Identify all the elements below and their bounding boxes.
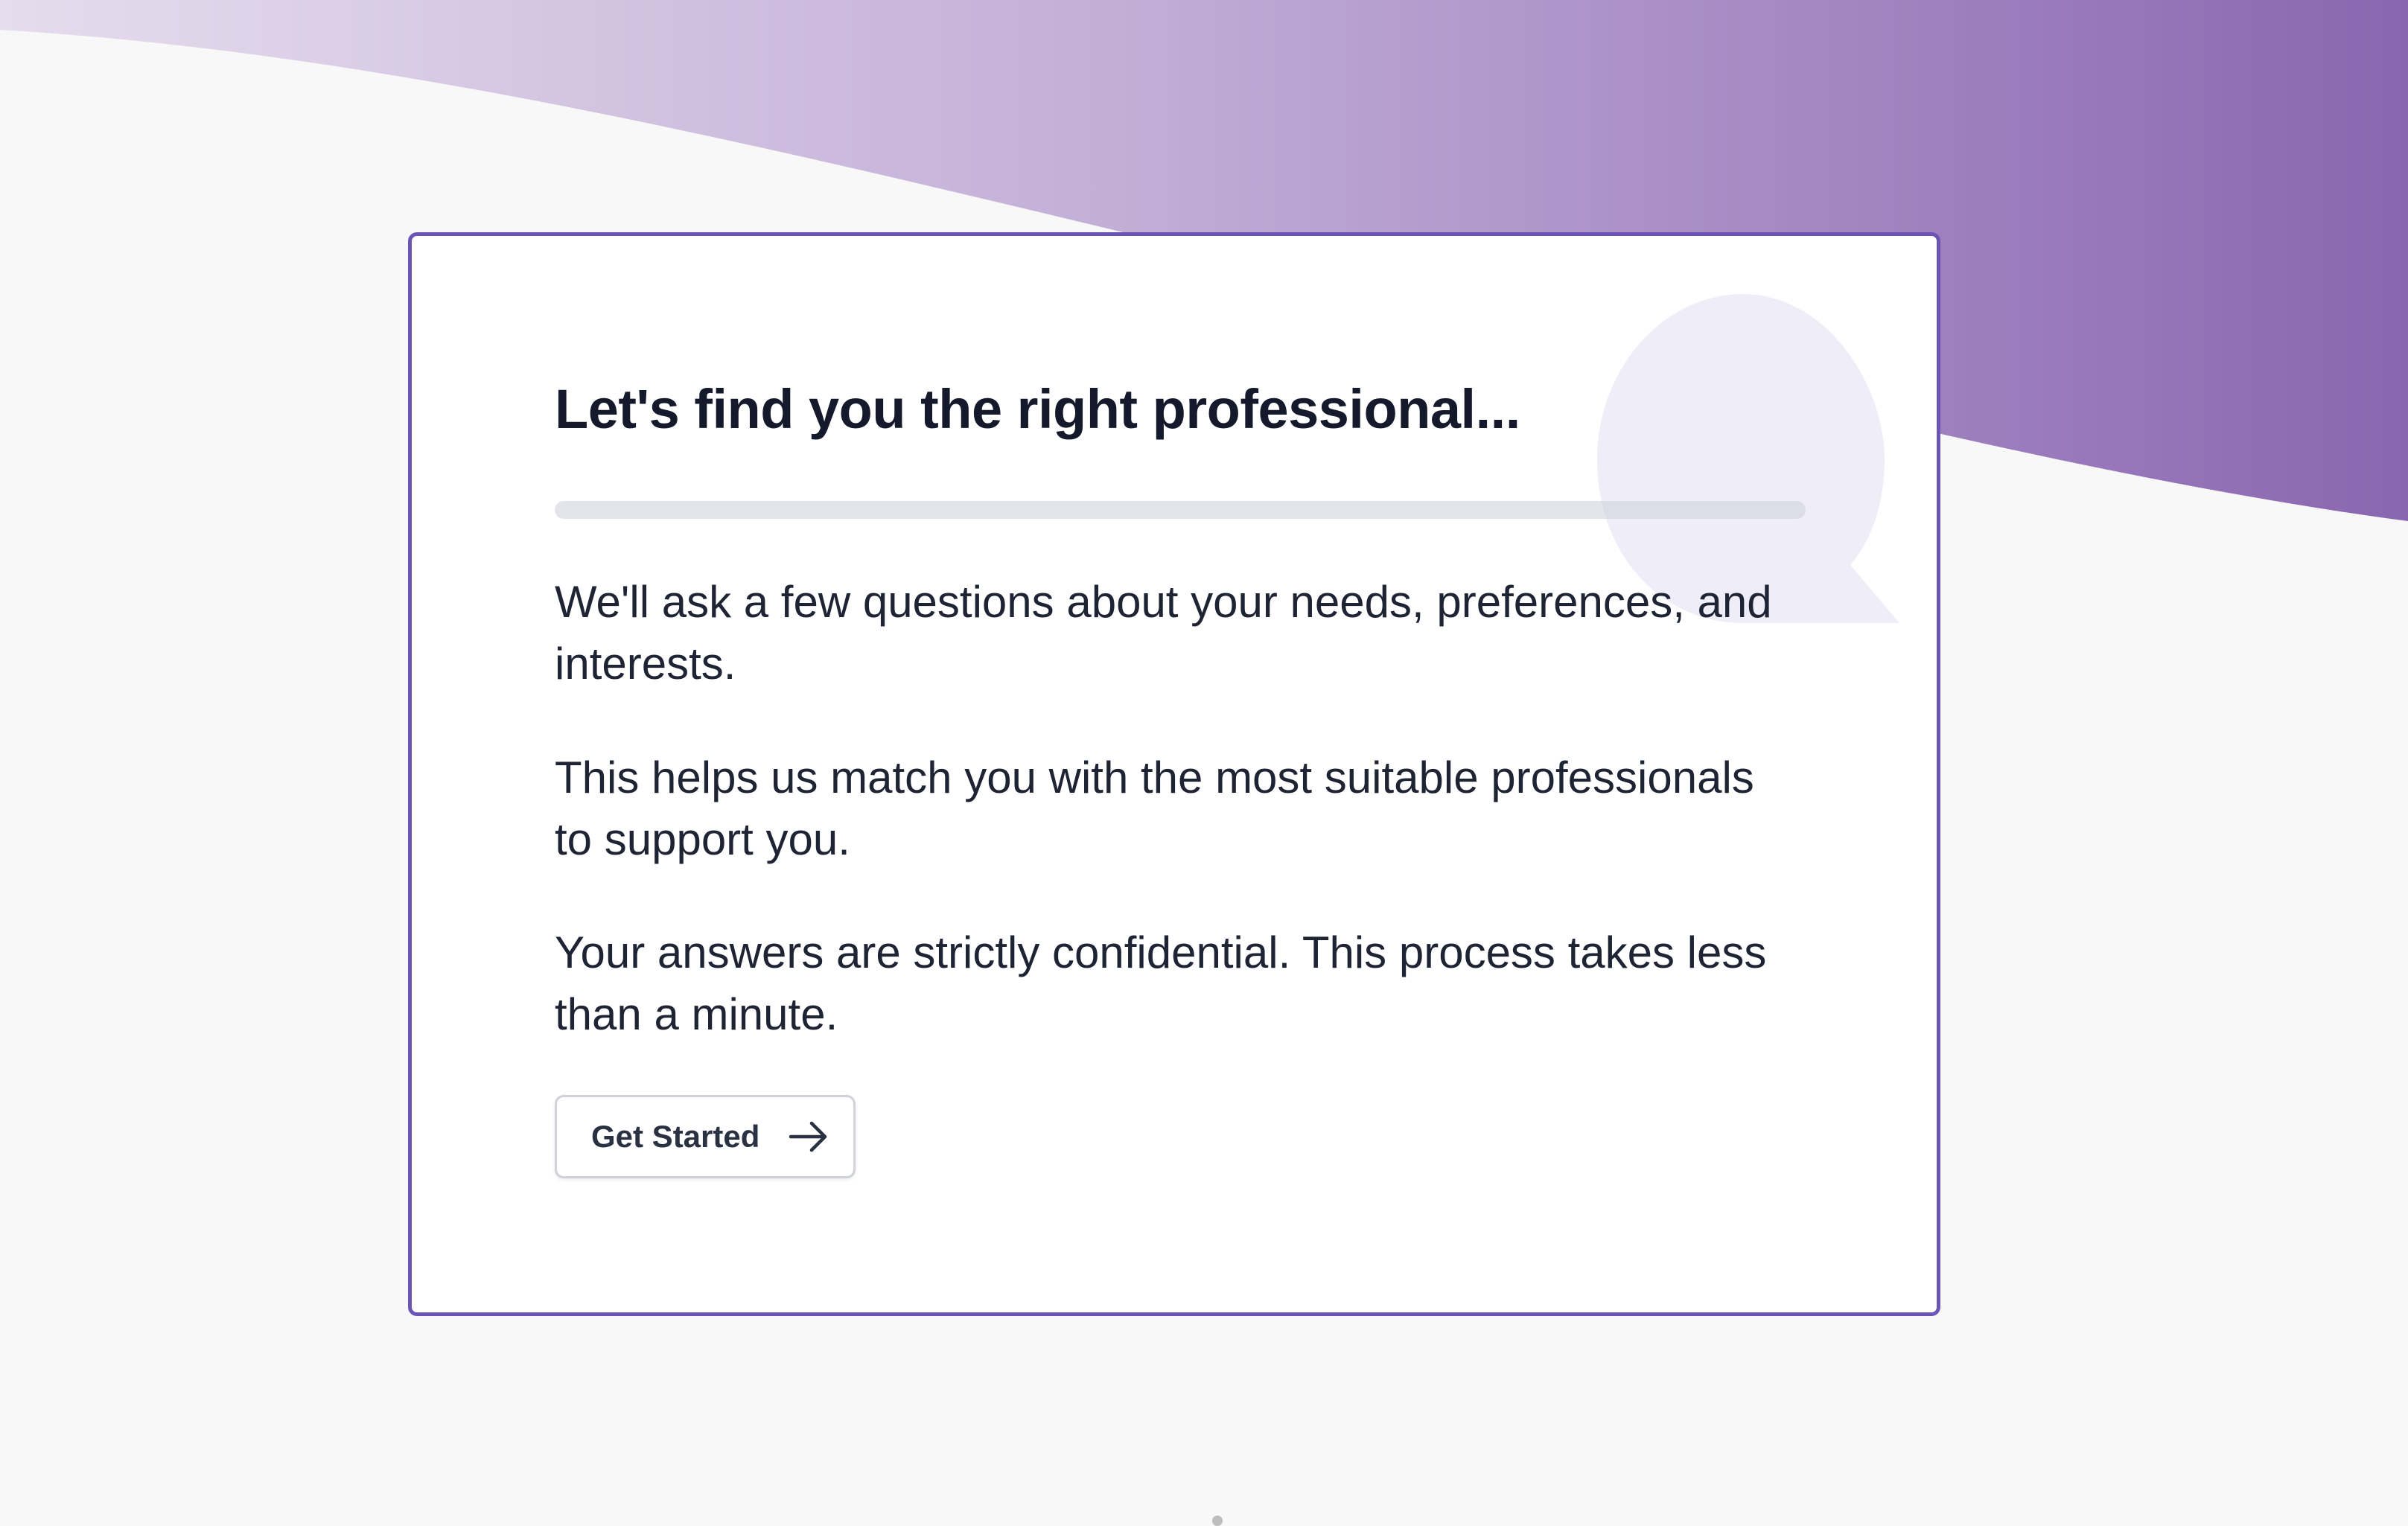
page-title: Let's find you the right professional... xyxy=(555,378,1520,440)
intro-card: Let's find you the right professional...… xyxy=(408,232,1940,1316)
arrow-right-icon xyxy=(789,1121,827,1152)
get-started-label: Get Started xyxy=(591,1119,760,1154)
scroll-indicator xyxy=(1212,1516,1223,1526)
intro-paragraph-questions: We'll ask a few questions about your nee… xyxy=(555,577,1772,689)
progress-bar xyxy=(555,501,1806,519)
get-started-button[interactable]: Get Started xyxy=(555,1095,856,1178)
intro-paragraph-matching: This helps us match you with the most su… xyxy=(555,753,1754,864)
intro-paragraph-confidentiality: Your answers are strictly confidential. … xyxy=(555,928,1767,1039)
